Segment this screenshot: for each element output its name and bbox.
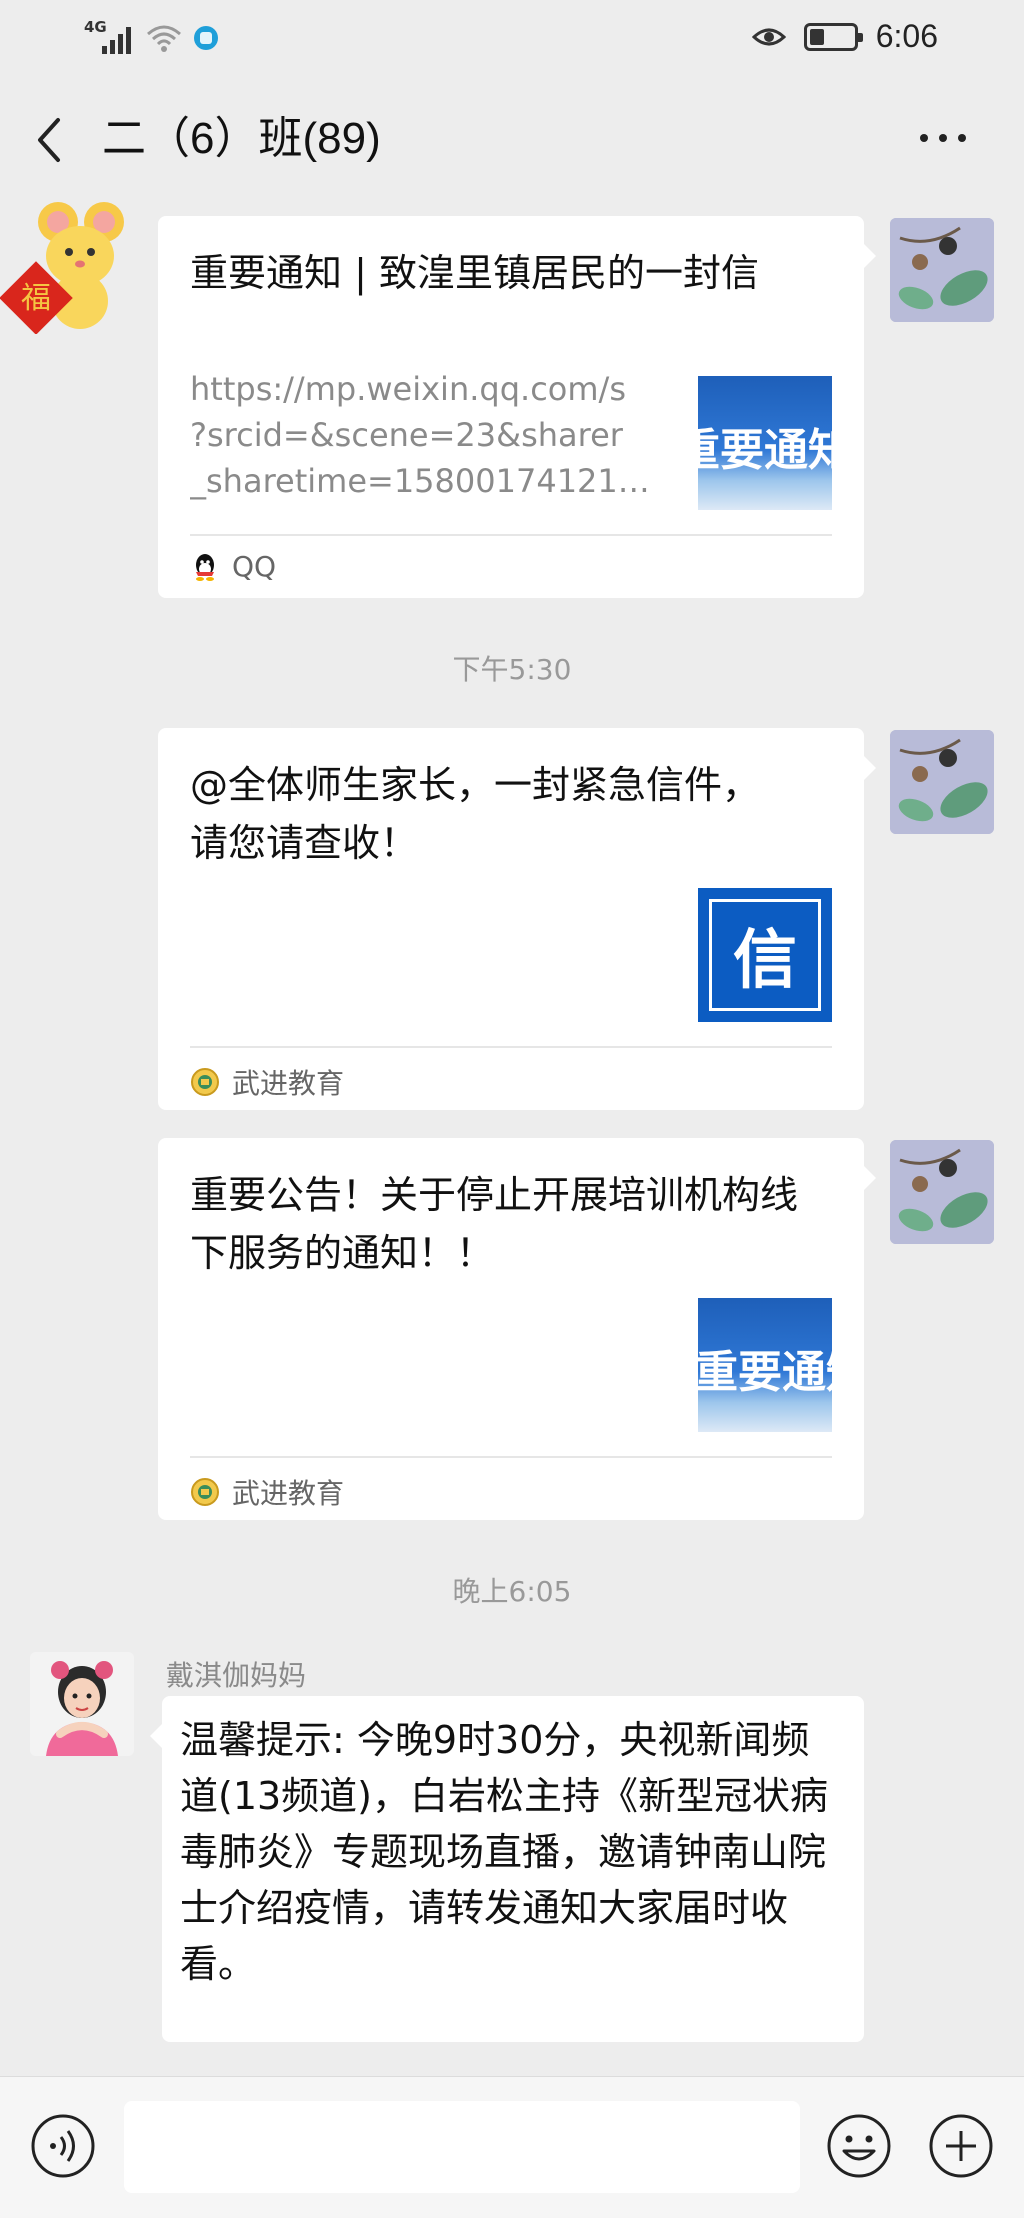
message-text: 温馨提示: 今晚9时30分，央视新闻频道(13频道)，白岩松主持《新型冠状病毒肺… — [180, 1718, 829, 1986]
avatar[interactable] — [890, 218, 994, 322]
source-name: 武进教育 — [232, 1067, 345, 1100]
source-name: 武进教育 — [232, 1477, 345, 1510]
avatar[interactable] — [30, 1652, 134, 1756]
card-source: 武进教育 — [190, 1472, 344, 1512]
status-time: 6:06 — [875, 18, 938, 54]
card-source: QQ — [190, 550, 276, 583]
card-description-line: https://mp.weixin.qq.com/s — [190, 370, 626, 408]
divider — [190, 1046, 832, 1048]
qq-icon — [196, 553, 214, 581]
source-name: QQ — [232, 550, 277, 583]
notification-app-icon — [194, 26, 218, 50]
status-bar: 4G 6:06 — [0, 0, 1024, 76]
card-title: 重要公告！关于停止开展培训机构线下服务的通知！！ — [190, 1173, 799, 1275]
emoji-icon[interactable] — [826, 2113, 892, 2179]
time-divider: 下午5:30 — [452, 653, 572, 686]
message-card[interactable]: 重要通知 | 致湟里镇居民的一封信 https://mp.weixin.qq.c… — [158, 216, 876, 598]
card-source: 武进教育 — [190, 1062, 344, 1102]
card-description-line: _sharetime=15800174121… — [190, 462, 650, 500]
thumbnail-text: 信 — [733, 923, 797, 998]
sender-name: 戴淇伽妈妈 — [166, 1659, 307, 1692]
card-title: 重要通知 | 致湟里镇居民的一封信 — [190, 251, 759, 295]
card-title: @全体师生家长，一封紧急信件，请您请查收！ — [190, 763, 761, 865]
thumbnail-text: 重要通知 — [698, 425, 832, 476]
card-thumbnail: 重要通知 — [698, 376, 832, 510]
thumbnail-text: 重要通知 — [698, 1347, 832, 1398]
chat-title: 二（6）班(89) — [102, 114, 381, 163]
input-bar — [0, 2076, 1024, 2218]
signal-icon: 4G — [84, 18, 134, 56]
mouse-sticker-icon: 福 — [0, 202, 124, 334]
message-card[interactable]: 重要公告！关于停止开展培训机构线下服务的通知！！ 重要通知 武进教育 — [158, 1138, 876, 1520]
card-description: https://mp.weixin.qq.com/s ?srcid=&scene… — [190, 366, 670, 504]
add-icon[interactable] — [928, 2113, 994, 2179]
school-logo-icon — [191, 1068, 219, 1096]
card-thumbnail: 信 — [698, 888, 832, 1022]
card-description-line: ?srcid=&scene=23&sharer — [190, 416, 623, 454]
school-logo-icon — [191, 1478, 219, 1506]
divider — [190, 534, 832, 536]
divider — [190, 1456, 832, 1458]
avatar[interactable] — [890, 730, 994, 834]
time-divider: 晚上6:05 — [452, 1575, 572, 1608]
voice-icon[interactable] — [30, 2113, 96, 2179]
more-icon[interactable] — [918, 126, 968, 150]
back-icon[interactable] — [30, 112, 70, 168]
card-thumbnail: 重要通知 — [698, 1298, 832, 1432]
avatar[interactable] — [890, 1140, 994, 1244]
message-card[interactable]: @全体师生家长，一封紧急信件，请您请查收！ 信 武进教育 — [158, 728, 876, 1110]
eye-comfort-icon — [751, 28, 786, 45]
message-input[interactable] — [124, 2101, 800, 2193]
wifi-icon — [147, 25, 181, 52]
svg-text:福: 福 — [21, 281, 51, 316]
title-bar: 二（6）班(89) — [0, 90, 1024, 190]
message-bubble[interactable]: 温馨提示: 今晚9时30分，央视新闻频道(13频道)，白岩松主持《新型冠状病毒肺… — [150, 1696, 864, 2042]
battery-icon — [803, 22, 863, 51]
